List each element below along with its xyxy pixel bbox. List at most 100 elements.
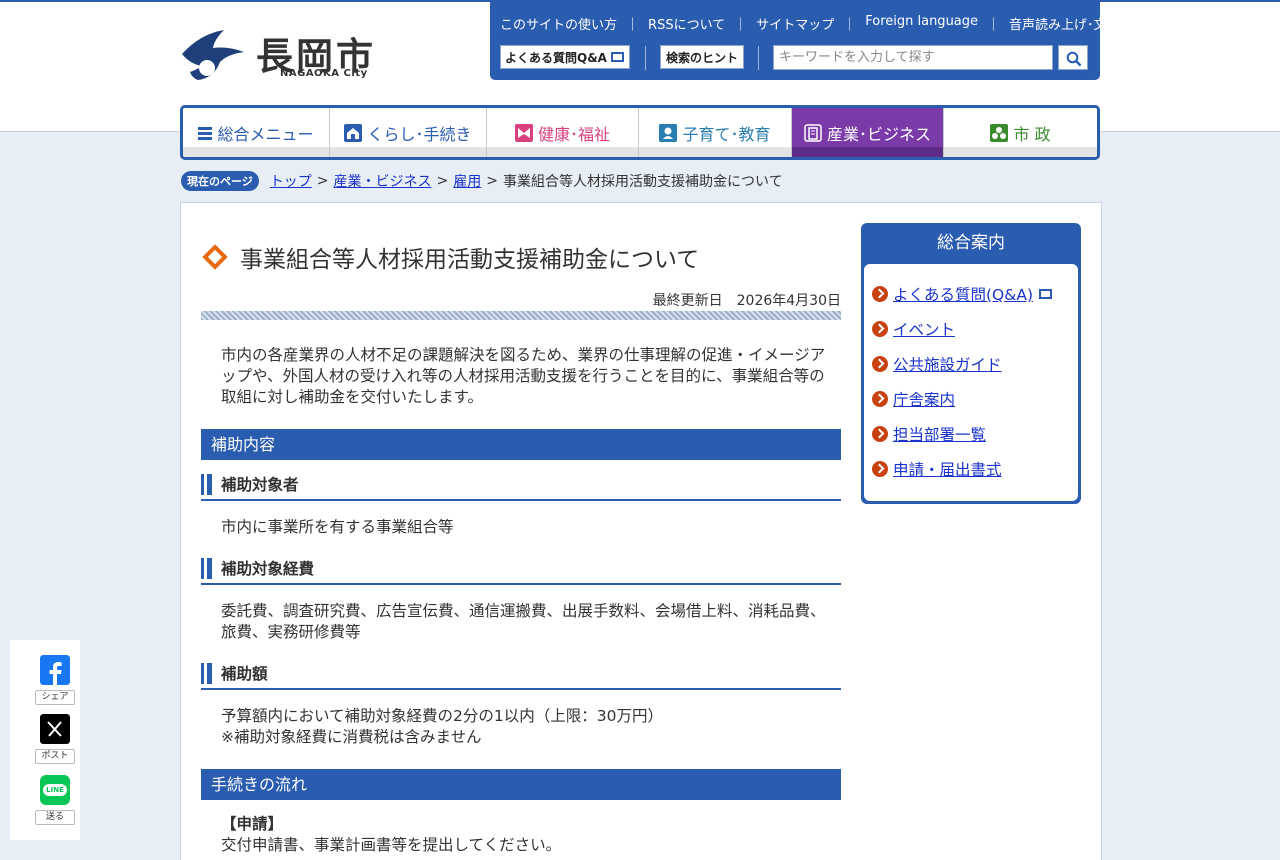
divider: [758, 46, 759, 70]
subsidy-amount-line1: 予算額内において補助対象経費の2分の1以内（上限：30万円）: [221, 707, 663, 725]
current-page-tag: 現在のページ: [181, 171, 259, 191]
nav-label: 市 政: [1013, 124, 1051, 144]
title-divider: [201, 311, 841, 320]
search-button[interactable]: [1058, 45, 1088, 70]
faq-button-label: よくある質問Q&A: [505, 50, 607, 65]
rss-link[interactable]: RSSについて: [648, 14, 725, 33]
arrow-circle-icon: [872, 461, 888, 477]
nav-item-industry-business[interactable]: 産業･ビジネス: [792, 108, 944, 157]
site-logo[interactable]: 長岡市 NAGAOKA City: [180, 24, 390, 82]
nav-item-childcare-education[interactable]: 子育て･教育: [639, 108, 792, 157]
health-icon: [514, 123, 533, 142]
breadcrumb-link-top[interactable]: トップ: [270, 171, 312, 191]
x-post-label[interactable]: ポスト: [35, 749, 75, 764]
apply-heading: 【申請】: [221, 815, 284, 833]
sidebar-link-label[interactable]: 申請・届出書式: [893, 458, 1002, 480]
house-icon: [344, 123, 363, 142]
divider: [645, 46, 646, 70]
section-heading-procedure: 手続きの流れ: [201, 769, 841, 800]
nav-item-living[interactable]: くらし･手続き: [330, 108, 487, 157]
menu-icon: [198, 126, 213, 140]
share-panel: シェア ポスト LINE 送る: [10, 640, 80, 840]
nav-item-city-government[interactable]: 市 政: [944, 108, 1097, 157]
global-nav: 総合メニュー くらし･手続き 健康･福祉 子育て･教育 産業･ビジネス 市 政: [180, 105, 1100, 160]
facebook-share-label[interactable]: シェア: [35, 690, 75, 705]
utility-box: このサイトの使い方 ｜ RSSについて ｜ サイトマップ ｜ Foreign l…: [490, 2, 1159, 80]
breadcrumb-separator: >: [436, 173, 449, 189]
heading-eligible-costs: 補助対象経費: [201, 557, 841, 585]
breadcrumb-separator: >: [486, 173, 498, 189]
apply-text: 交付申請書、事業計画書等を提出してください。: [221, 836, 562, 854]
external-window-icon: [610, 52, 624, 62]
nav-label: 子育て･教育: [682, 124, 771, 144]
line-icon[interactable]: LINE: [40, 775, 70, 805]
nav-item-general-menu[interactable]: 総合メニュー: [183, 108, 330, 157]
diamond-bullet-icon: [202, 244, 228, 270]
building-icon: [804, 123, 822, 142]
sidebar-item-events[interactable]: イベント: [872, 318, 955, 340]
search-icon: [1066, 51, 1082, 67]
search-hint-label: 検索のヒント: [665, 50, 738, 65]
arrow-circle-icon: [872, 426, 888, 442]
search-input[interactable]: [773, 45, 1053, 70]
separator: ｜: [843, 18, 857, 33]
sidebar-item-faq[interactable]: よくある質問(Q&A): [872, 283, 1052, 305]
sidebar-item-forms[interactable]: 申請・届出書式: [872, 458, 1002, 480]
sidebar-link-label[interactable]: イベント: [893, 318, 955, 340]
heading-eligible-applicants: 補助対象者: [201, 473, 841, 501]
updated-date: 2026年4月30日: [736, 293, 841, 309]
nav-item-health-welfare[interactable]: 健康･福祉: [487, 108, 639, 157]
arrow-circle-icon: [872, 356, 888, 372]
separator: ｜: [987, 18, 1001, 33]
subsidy-amount-line2: ※補助対象経費に消費税は含みません: [221, 728, 482, 746]
page-title-text: 事業組合等人材採用活動支援補助金について: [240, 247, 700, 273]
sidebar-title: 総合案内: [937, 233, 1005, 253]
nagaoka-bird-logo-icon: [182, 30, 244, 80]
arrow-circle-icon: [872, 321, 888, 337]
line-send-label[interactable]: 送る: [35, 810, 75, 825]
external-window-icon: [1039, 289, 1052, 299]
sitemap-link[interactable]: サイトマップ: [756, 14, 834, 33]
accessibility-link[interactable]: 音声読み上げ･文字拡大等: [1009, 14, 1159, 33]
arrow-circle-icon: [872, 286, 888, 302]
breadcrumb-separator: >: [316, 173, 329, 189]
eligible-costs-text: 委託費、調査研究費、広告宣伝費、通信運搬費、出展手数料、会場借上料、消耗品費、旅…: [221, 602, 826, 641]
sidebar-item-facilities[interactable]: 公共施設ガイド: [872, 353, 1002, 375]
breadcrumb-link-industry[interactable]: 産業・ビジネス: [334, 171, 432, 191]
heading-subsidy-amount: 補助額: [201, 662, 841, 690]
breadcrumb: 現在のページ トップ > 産業・ビジネス > 雇用 > 事業組合等人材採用活動支…: [181, 171, 783, 191]
nav-label: くらし･手続き: [367, 124, 472, 144]
sidebar-general-guide: 総合案内 よくある質問(Q&A) イベント 公共施設ガイド 庁舎案内 担当部署一…: [861, 223, 1081, 504]
section-heading-subsidy-content: 補助内容: [201, 429, 841, 460]
search-hint-button[interactable]: 検索のヒント: [660, 45, 744, 69]
arrow-circle-icon: [872, 391, 888, 407]
updated-label: 最終更新日: [652, 293, 723, 309]
foreign-language-link[interactable]: Foreign language: [865, 14, 978, 33]
child-icon: [659, 123, 678, 142]
sidebar-link-label[interactable]: 公共施設ガイド: [893, 353, 1002, 375]
logo-subtitle: NAGAOKA City: [280, 68, 368, 79]
facebook-icon[interactable]: [40, 655, 70, 685]
sidebar-item-departments[interactable]: 担当部署一覧: [872, 423, 986, 445]
separator: ｜: [626, 18, 640, 33]
sidebar-item-city-hall[interactable]: 庁舎案内: [872, 388, 955, 410]
nav-label: 健康･福祉: [537, 124, 610, 144]
breadcrumb-link-employment[interactable]: 雇用: [453, 171, 481, 191]
x-icon[interactable]: [40, 714, 70, 744]
faq-button[interactable]: よくある質問Q&A: [500, 45, 630, 69]
sidebar-link-label[interactable]: 担当部署一覧: [893, 423, 986, 445]
eligible-applicants-text: 市内に事業所を有する事業組合等: [221, 518, 454, 536]
nav-label: 産業･ビジネス: [826, 124, 931, 144]
line-icon-text: LINE: [43, 784, 67, 796]
last-updated: 最終更新日 2026年4月30日: [601, 290, 841, 310]
city-hall-icon: [990, 123, 1009, 142]
nav-label: 総合メニュー: [217, 124, 314, 144]
sidebar-link-label[interactable]: よくある質問(Q&A): [893, 283, 1033, 305]
separator: ｜: [734, 18, 748, 33]
sidebar-link-label[interactable]: 庁舎案内: [893, 388, 955, 410]
page-title: 事業組合等人材採用活動支援補助金について: [201, 240, 699, 274]
breadcrumb-current: 事業組合等人材採用活動支援補助金について: [502, 174, 783, 190]
intro-text: 市内の各産業界の人材不足の課題解決を図るため、業界の仕事理解の促進・イメージアッ…: [221, 346, 826, 406]
utility-links: このサイトの使い方 ｜ RSSについて ｜ サイトマップ ｜ Foreign l…: [500, 14, 1159, 33]
usage-link[interactable]: このサイトの使い方: [500, 14, 617, 33]
